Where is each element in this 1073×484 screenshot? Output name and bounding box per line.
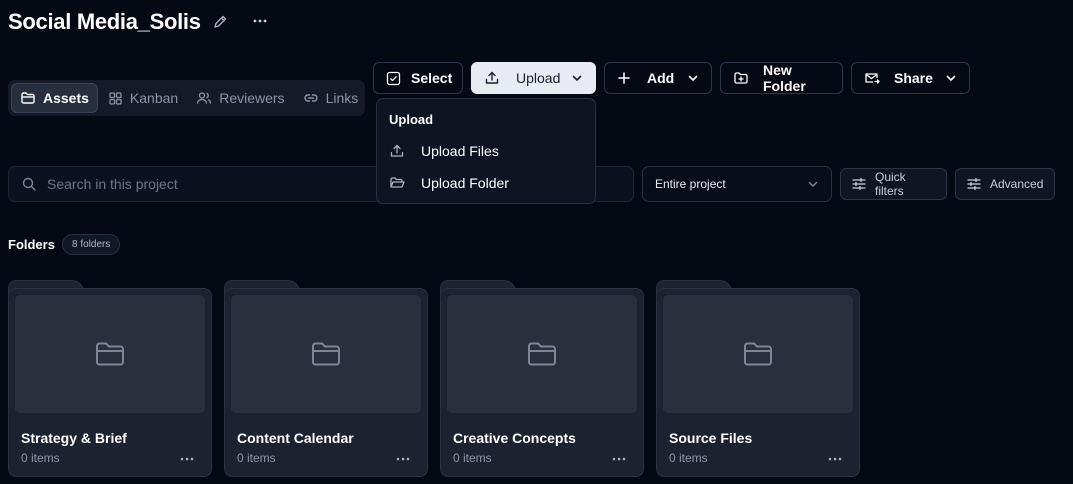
folder-item-count: 0 items <box>453 451 492 465</box>
folder-card[interactable]: Strategy & Brief 0 items <box>8 288 212 477</box>
upload-icon <box>389 143 405 159</box>
select-button[interactable]: Select <box>373 62 463 94</box>
add-label: Add <box>647 70 675 86</box>
folder-open-icon <box>389 175 405 191</box>
menu-item-label: Upload Files <box>421 143 499 159</box>
link-icon <box>303 90 319 106</box>
folder-icon <box>742 340 774 368</box>
quick-filters-label: Quick filters <box>875 170 906 198</box>
folder-card[interactable]: Source Files 0 items <box>656 288 860 477</box>
folders-count-badge: 8 folders <box>62 234 121 255</box>
chevron-down-icon <box>945 72 957 84</box>
mail-share-icon <box>864 70 880 86</box>
more-options-icon[interactable] <box>611 451 627 467</box>
add-button[interactable]: Add <box>604 62 712 94</box>
tab-assets[interactable]: Assets <box>11 83 98 113</box>
view-tabs: Assets Kanban Reviewers Links <box>8 80 365 116</box>
advanced-filters-button[interactable]: Advanced <box>955 168 1055 200</box>
checkbox-icon <box>386 71 401 86</box>
upload-dropdown-menu: Upload Upload Files Upload Folder <box>376 98 596 204</box>
tab-label: Links <box>325 90 359 106</box>
upload-folder-menu-item[interactable]: Upload Folder <box>389 171 509 195</box>
edit-title-icon[interactable] <box>212 14 228 30</box>
chevron-down-icon <box>571 72 583 84</box>
scope-select[interactable]: Entire project <box>642 166 832 202</box>
menu-item-label: Upload Folder <box>421 175 509 191</box>
chevron-down-icon <box>807 178 819 190</box>
folder-card[interactable]: Content Calendar 0 items <box>224 288 428 477</box>
folder-card[interactable]: Creative Concepts 0 items <box>440 288 644 477</box>
folder-preview <box>231 295 421 413</box>
tab-label: Assets <box>43 90 89 106</box>
plus-icon <box>617 71 631 85</box>
search-icon <box>21 176 37 192</box>
sliders-icon <box>966 176 982 192</box>
folder-name: Strategy & Brief <box>21 430 127 446</box>
share-label: Share <box>894 70 933 86</box>
advanced-filters-label: Advanced <box>990 177 1044 191</box>
tab-label: Kanban <box>129 90 179 106</box>
folder-name: Content Calendar <box>237 430 354 446</box>
tab-reviewers[interactable]: Reviewers <box>188 83 292 113</box>
folder-item-count: 0 items <box>21 451 60 465</box>
grid-icon <box>108 91 123 106</box>
search-input[interactable] <box>47 176 367 192</box>
more-options-icon[interactable] <box>395 451 411 467</box>
new-folder-label: New Folder <box>763 62 806 94</box>
quick-filters-button[interactable]: Quick filters <box>840 168 947 200</box>
folder-icon <box>310 340 342 368</box>
folder-preview <box>447 295 637 413</box>
more-options-icon[interactable] <box>827 451 843 467</box>
upload-menu-header: Upload <box>389 112 434 127</box>
folder-icon <box>94 340 126 368</box>
chevron-down-icon <box>687 72 699 84</box>
scope-select-value: Entire project <box>655 177 726 191</box>
folder-name: Source Files <box>669 430 753 446</box>
folder-item-count: 0 items <box>669 451 708 465</box>
folders-heading: Folders <box>8 237 55 252</box>
tab-kanban[interactable]: Kanban <box>100 83 186 113</box>
folder-item-count: 0 items <box>237 451 276 465</box>
select-label: Select <box>411 70 453 86</box>
upload-button[interactable]: Upload <box>471 62 596 94</box>
tab-label: Reviewers <box>219 90 285 106</box>
upload-icon <box>484 70 500 86</box>
folder-icon <box>526 340 558 368</box>
share-button[interactable]: Share <box>851 62 970 94</box>
folder-icon <box>20 90 36 106</box>
page-title: Social Media_Solis <box>8 9 201 34</box>
more-options-icon[interactable] <box>251 12 269 30</box>
folder-preview <box>15 295 205 413</box>
folder-name: Creative Concepts <box>453 430 576 446</box>
sliders-icon <box>851 176 867 192</box>
new-folder-button[interactable]: New Folder <box>720 62 843 94</box>
upload-label: Upload <box>516 70 561 86</box>
more-options-icon[interactable] <box>179 451 195 467</box>
folder-plus-icon <box>733 70 749 86</box>
users-icon <box>196 90 212 106</box>
folder-preview <box>663 295 853 413</box>
upload-files-menu-item[interactable]: Upload Files <box>389 139 499 163</box>
tab-links[interactable]: Links <box>295 83 367 113</box>
